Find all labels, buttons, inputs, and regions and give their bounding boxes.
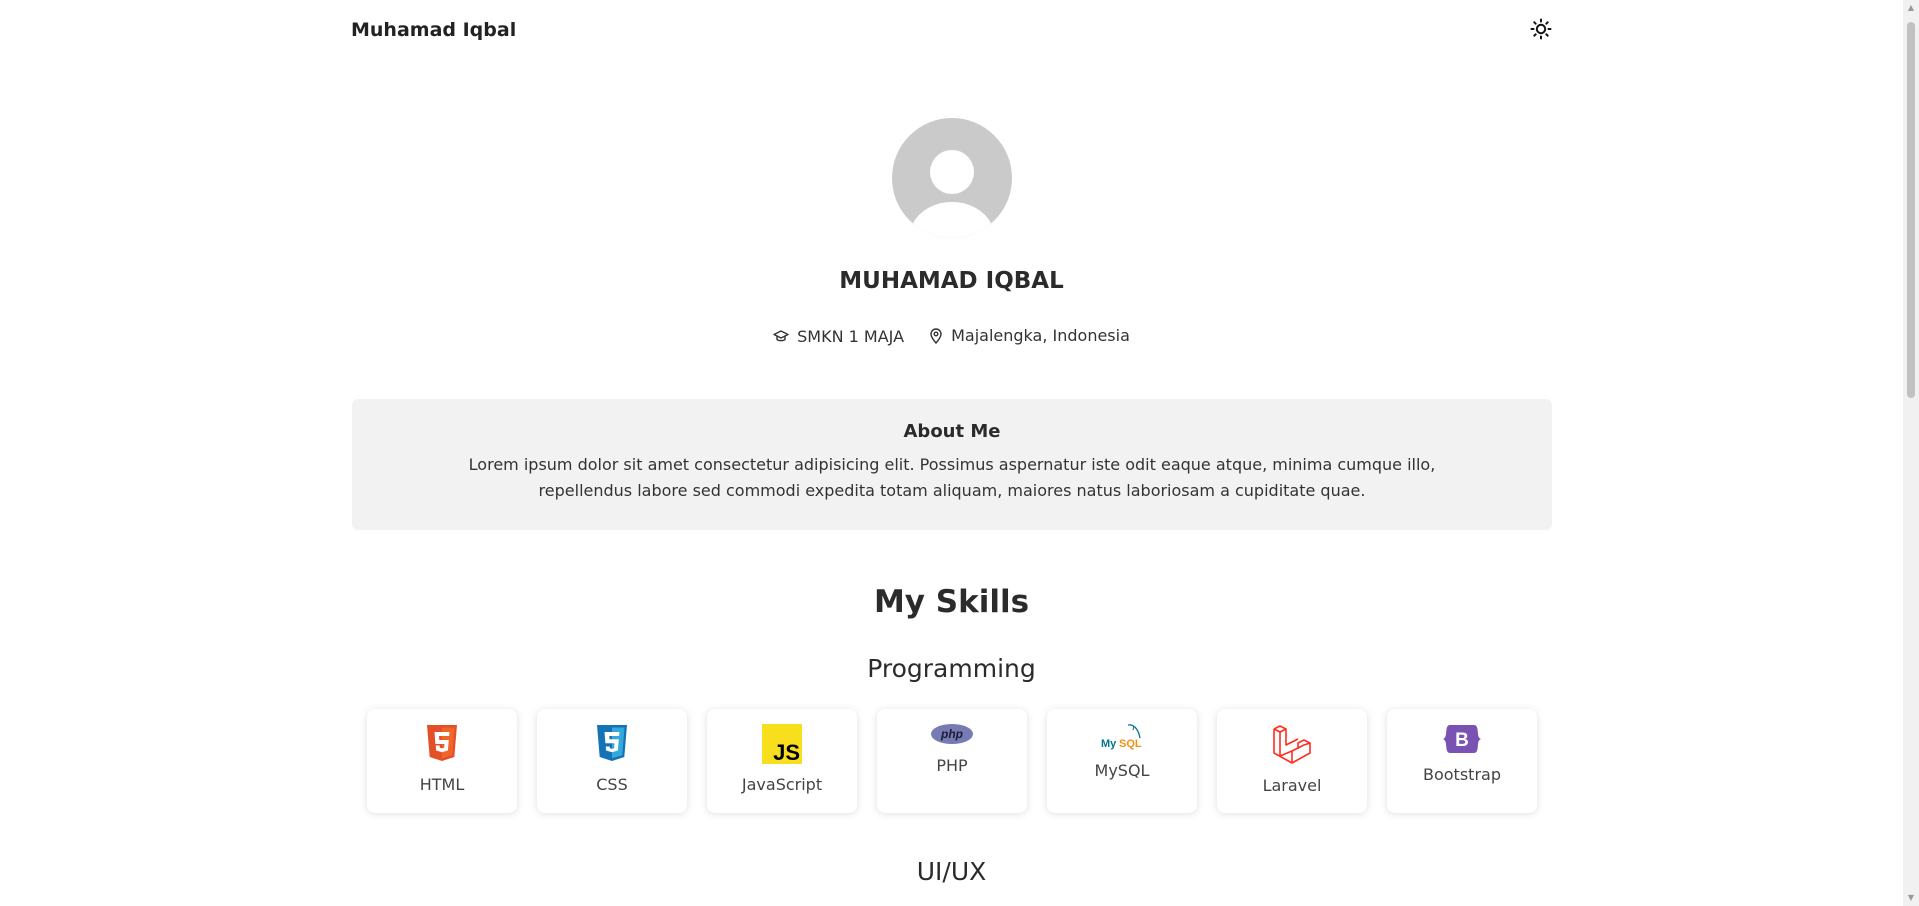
skill-label: MySQL: [1094, 761, 1150, 780]
php-icon: php: [931, 724, 973, 744]
bootstrap-icon: B: [1443, 725, 1481, 753]
skill-label: Laravel: [1262, 776, 1322, 795]
location-info: Majalengka, Indonesia: [929, 326, 1130, 345]
skill-label: HTML: [419, 775, 465, 794]
avatar: [892, 118, 1012, 238]
about-card: About Me Lorem ipsum dolor sit amet cons…: [352, 399, 1552, 530]
skill-card-css[interactable]: CSS: [537, 709, 687, 813]
skill-label: Bootstrap: [1423, 765, 1501, 784]
page: Muhamad Iqbal MUHAMAD IQBAL SMKN 1 MAJA …: [0, 0, 1903, 906]
theme-toggle-button[interactable]: [1529, 17, 1553, 41]
mysql-icon: My SQL: [1101, 724, 1142, 750]
school-label: SMKN 1 MAJA: [797, 327, 905, 346]
map-pin-icon: [930, 327, 942, 344]
skill-label: CSS: [596, 775, 628, 794]
uiux-title: UI/UX: [916, 857, 987, 886]
school-info: SMKN 1 MAJA: [773, 327, 904, 346]
vertical-scrollbar[interactable]: ▲ ▼: [1903, 0, 1919, 906]
html5-icon: [427, 725, 457, 761]
programming-skills-list: HTML CSS JS JavaScript php PHP My SQL My…: [367, 709, 1537, 813]
skill-card-laravel[interactable]: Laravel: [1217, 709, 1367, 813]
graduation-cap-icon: [773, 329, 789, 341]
svg-text:php: php: [940, 727, 963, 741]
skills-title: My Skills: [873, 584, 1030, 620]
skill-card-bootstrap[interactable]: B Bootstrap: [1387, 709, 1537, 813]
about-title: About Me: [903, 421, 1001, 442]
scroll-up-arrow-icon[interactable]: ▲: [1903, 0, 1919, 16]
svg-text:B: B: [1455, 730, 1469, 751]
skill-label: JavaScript: [741, 775, 823, 794]
scrollbar-thumb[interactable]: [1907, 22, 1915, 398]
brand-title[interactable]: Muhamad Iqbal: [351, 19, 516, 41]
sun-icon: [1530, 18, 1552, 40]
programming-title: Programming: [867, 654, 1036, 683]
profile-name: MUHAMAD IQBAL: [839, 268, 1064, 294]
skill-card-html[interactable]: HTML: [367, 709, 517, 813]
javascript-icon: JS: [762, 724, 802, 764]
svg-text:JS: JS: [773, 740, 800, 764]
skill-label: PHP: [936, 756, 968, 775]
laravel-icon: [1273, 725, 1311, 764]
navbar: Muhamad Iqbal: [351, 14, 1553, 50]
about-text: Lorem ipsum dolor sit amet consectetur a…: [468, 455, 1436, 500]
profile-meta: SMKN 1 MAJA Majalengka, Indonesia: [0, 326, 1903, 348]
user-placeholder-icon: [910, 150, 994, 238]
location-label: Majalengka, Indonesia: [951, 326, 1130, 345]
scroll-down-arrow-icon[interactable]: ▼: [1903, 890, 1919, 906]
skill-card-php[interactable]: php PHP: [877, 709, 1027, 813]
css3-icon: [597, 725, 627, 761]
svg-text:SQL: SQL: [1119, 738, 1142, 750]
svg-text:My: My: [1101, 738, 1117, 750]
skill-card-mysql[interactable]: My SQL MySQL: [1047, 709, 1197, 813]
skill-card-javascript[interactable]: JS JavaScript: [707, 709, 857, 813]
